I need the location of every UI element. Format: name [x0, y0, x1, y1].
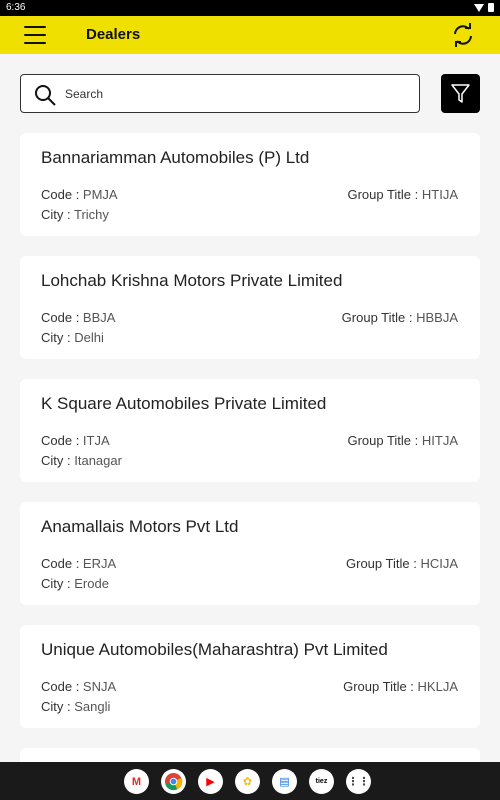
dealer-city: City : Trichy: [41, 207, 109, 222]
app-dock: M ▶ ✿ ▤ tiez ⋮⋮: [124, 769, 371, 794]
menu-button[interactable]: [24, 26, 46, 44]
filter-icon: [451, 84, 470, 103]
dealer-code: Code : PMJA: [41, 187, 118, 202]
messages-icon[interactable]: ▤: [272, 769, 297, 794]
dealer-card[interactable]: K Square Automobiles Private Limited Cod…: [20, 379, 480, 482]
page-title: Dealers: [86, 26, 141, 43]
battery-icon: [488, 3, 494, 12]
dealer-group-title: Group Title : HCIJA: [346, 556, 458, 571]
hamburger-icon: [24, 26, 46, 28]
sync-button[interactable]: [450, 22, 476, 48]
status-bar: 6:36: [0, 0, 500, 16]
dealer-group-title: Group Title : HTIJA: [347, 187, 458, 202]
chrome-icon[interactable]: [161, 769, 186, 794]
photos-icon[interactable]: ✿: [235, 769, 260, 794]
dealer-city: City : Delhi: [41, 330, 104, 345]
status-icons: [474, 3, 494, 12]
dealer-card[interactable]: Lohchab Krishna Motors Private Limited C…: [20, 256, 480, 359]
app-bar: Dealers: [0, 16, 500, 54]
status-time: 6:36: [6, 2, 26, 13]
dealer-city: City : Erode: [41, 576, 109, 591]
wifi-icon: [474, 3, 484, 12]
dealer-name: Anamallais Motors Pvt Ltd: [41, 517, 239, 536]
dealer-code: Code : ERJA: [41, 556, 117, 571]
dealer-name: Unique Automobiles(Maharashtra) Pvt Limi…: [41, 640, 388, 659]
filter-button[interactable]: [441, 74, 480, 113]
dealer-group-title: Group Title : HBBJA: [341, 310, 458, 325]
dealer-card-partial[interactable]: [20, 748, 480, 762]
navigation-bar: M ▶ ✿ ▤ tiez ⋮⋮: [0, 762, 500, 800]
dealer-card[interactable]: Bannariamman Automobiles (P) Ltd Code : …: [20, 133, 480, 236]
refresh-icon: [454, 23, 472, 47]
dealer-name: K Square Automobiles Private Limited: [41, 394, 327, 413]
search-icon: [35, 85, 56, 106]
dealer-card[interactable]: Unique Automobiles(Maharashtra) Pvt Limi…: [20, 625, 480, 728]
search-input[interactable]: [65, 84, 405, 104]
tiez-icon[interactable]: tiez: [309, 769, 334, 794]
dealer-code: Code : SNJA: [41, 679, 117, 694]
dealer-city: City : Itanagar: [41, 453, 122, 468]
gmail-icon[interactable]: M: [124, 769, 149, 794]
dealer-name: Lohchab Krishna Motors Private Limited: [41, 271, 343, 290]
dealer-code: Code : BBJA: [41, 310, 116, 325]
dealer-group-title: Group Title : HITJA: [347, 433, 458, 448]
dealer-card[interactable]: Anamallais Motors Pvt Ltd Code : ERJA Ci…: [20, 502, 480, 605]
youtube-icon[interactable]: ▶: [198, 769, 223, 794]
search-box[interactable]: [20, 74, 420, 113]
dealer-name: Bannariamman Automobiles (P) Ltd: [41, 148, 310, 167]
dealer-group-title: Group Title : HKLJA: [343, 679, 458, 694]
dealer-code: Code : ITJA: [41, 433, 110, 448]
app-drawer-icon[interactable]: ⋮⋮: [346, 769, 371, 794]
dealer-city: City : Sangli: [41, 699, 111, 714]
